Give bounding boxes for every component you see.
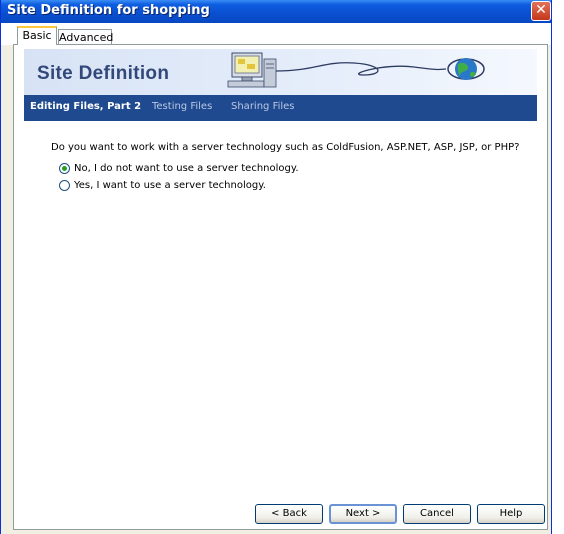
step-testing-files: Testing Files xyxy=(152,101,213,112)
tab-content-panel: Site Definition Editing Files, Part 2 Te… xyxy=(13,44,548,530)
next-button[interactable]: Next > xyxy=(329,504,397,524)
site-definition-window: Site Definition for shopping ✕ Basic Adv… xyxy=(0,0,552,534)
window-title: Site Definition for shopping xyxy=(7,3,210,18)
step-sharing-files: Sharing Files xyxy=(231,101,295,112)
wizard-steps: Editing Files, Part 2 Testing Files Shar… xyxy=(24,95,537,121)
tab-strip: Basic Advanced xyxy=(1,23,551,45)
tab-advanced[interactable]: Advanced xyxy=(58,29,113,45)
radio-button[interactable] xyxy=(59,180,70,191)
option-label: No, I do not want to use a server techno… xyxy=(74,163,299,174)
cancel-button[interactable]: Cancel xyxy=(403,504,471,524)
wizard-banner: Site Definition xyxy=(24,49,537,95)
radio-button-selected[interactable] xyxy=(59,163,70,174)
radio-dot xyxy=(62,166,67,171)
banner-title: Site Definition xyxy=(37,63,170,84)
back-button[interactable]: < Back xyxy=(255,504,323,524)
close-button[interactable]: ✕ xyxy=(531,1,551,21)
title-bar[interactable]: Site Definition for shopping ✕ xyxy=(1,0,551,23)
help-button[interactable]: Help xyxy=(477,504,545,524)
option-label: Yes, I want to use a server technology. xyxy=(74,180,266,191)
tab-basic[interactable]: Basic xyxy=(17,26,57,45)
step-editing-files-part-2: Editing Files, Part 2 xyxy=(30,101,142,112)
close-icon: ✕ xyxy=(535,2,547,18)
computer-globe-icon xyxy=(227,52,485,88)
server-technology-question: Do you want to work with a server techno… xyxy=(51,142,520,153)
